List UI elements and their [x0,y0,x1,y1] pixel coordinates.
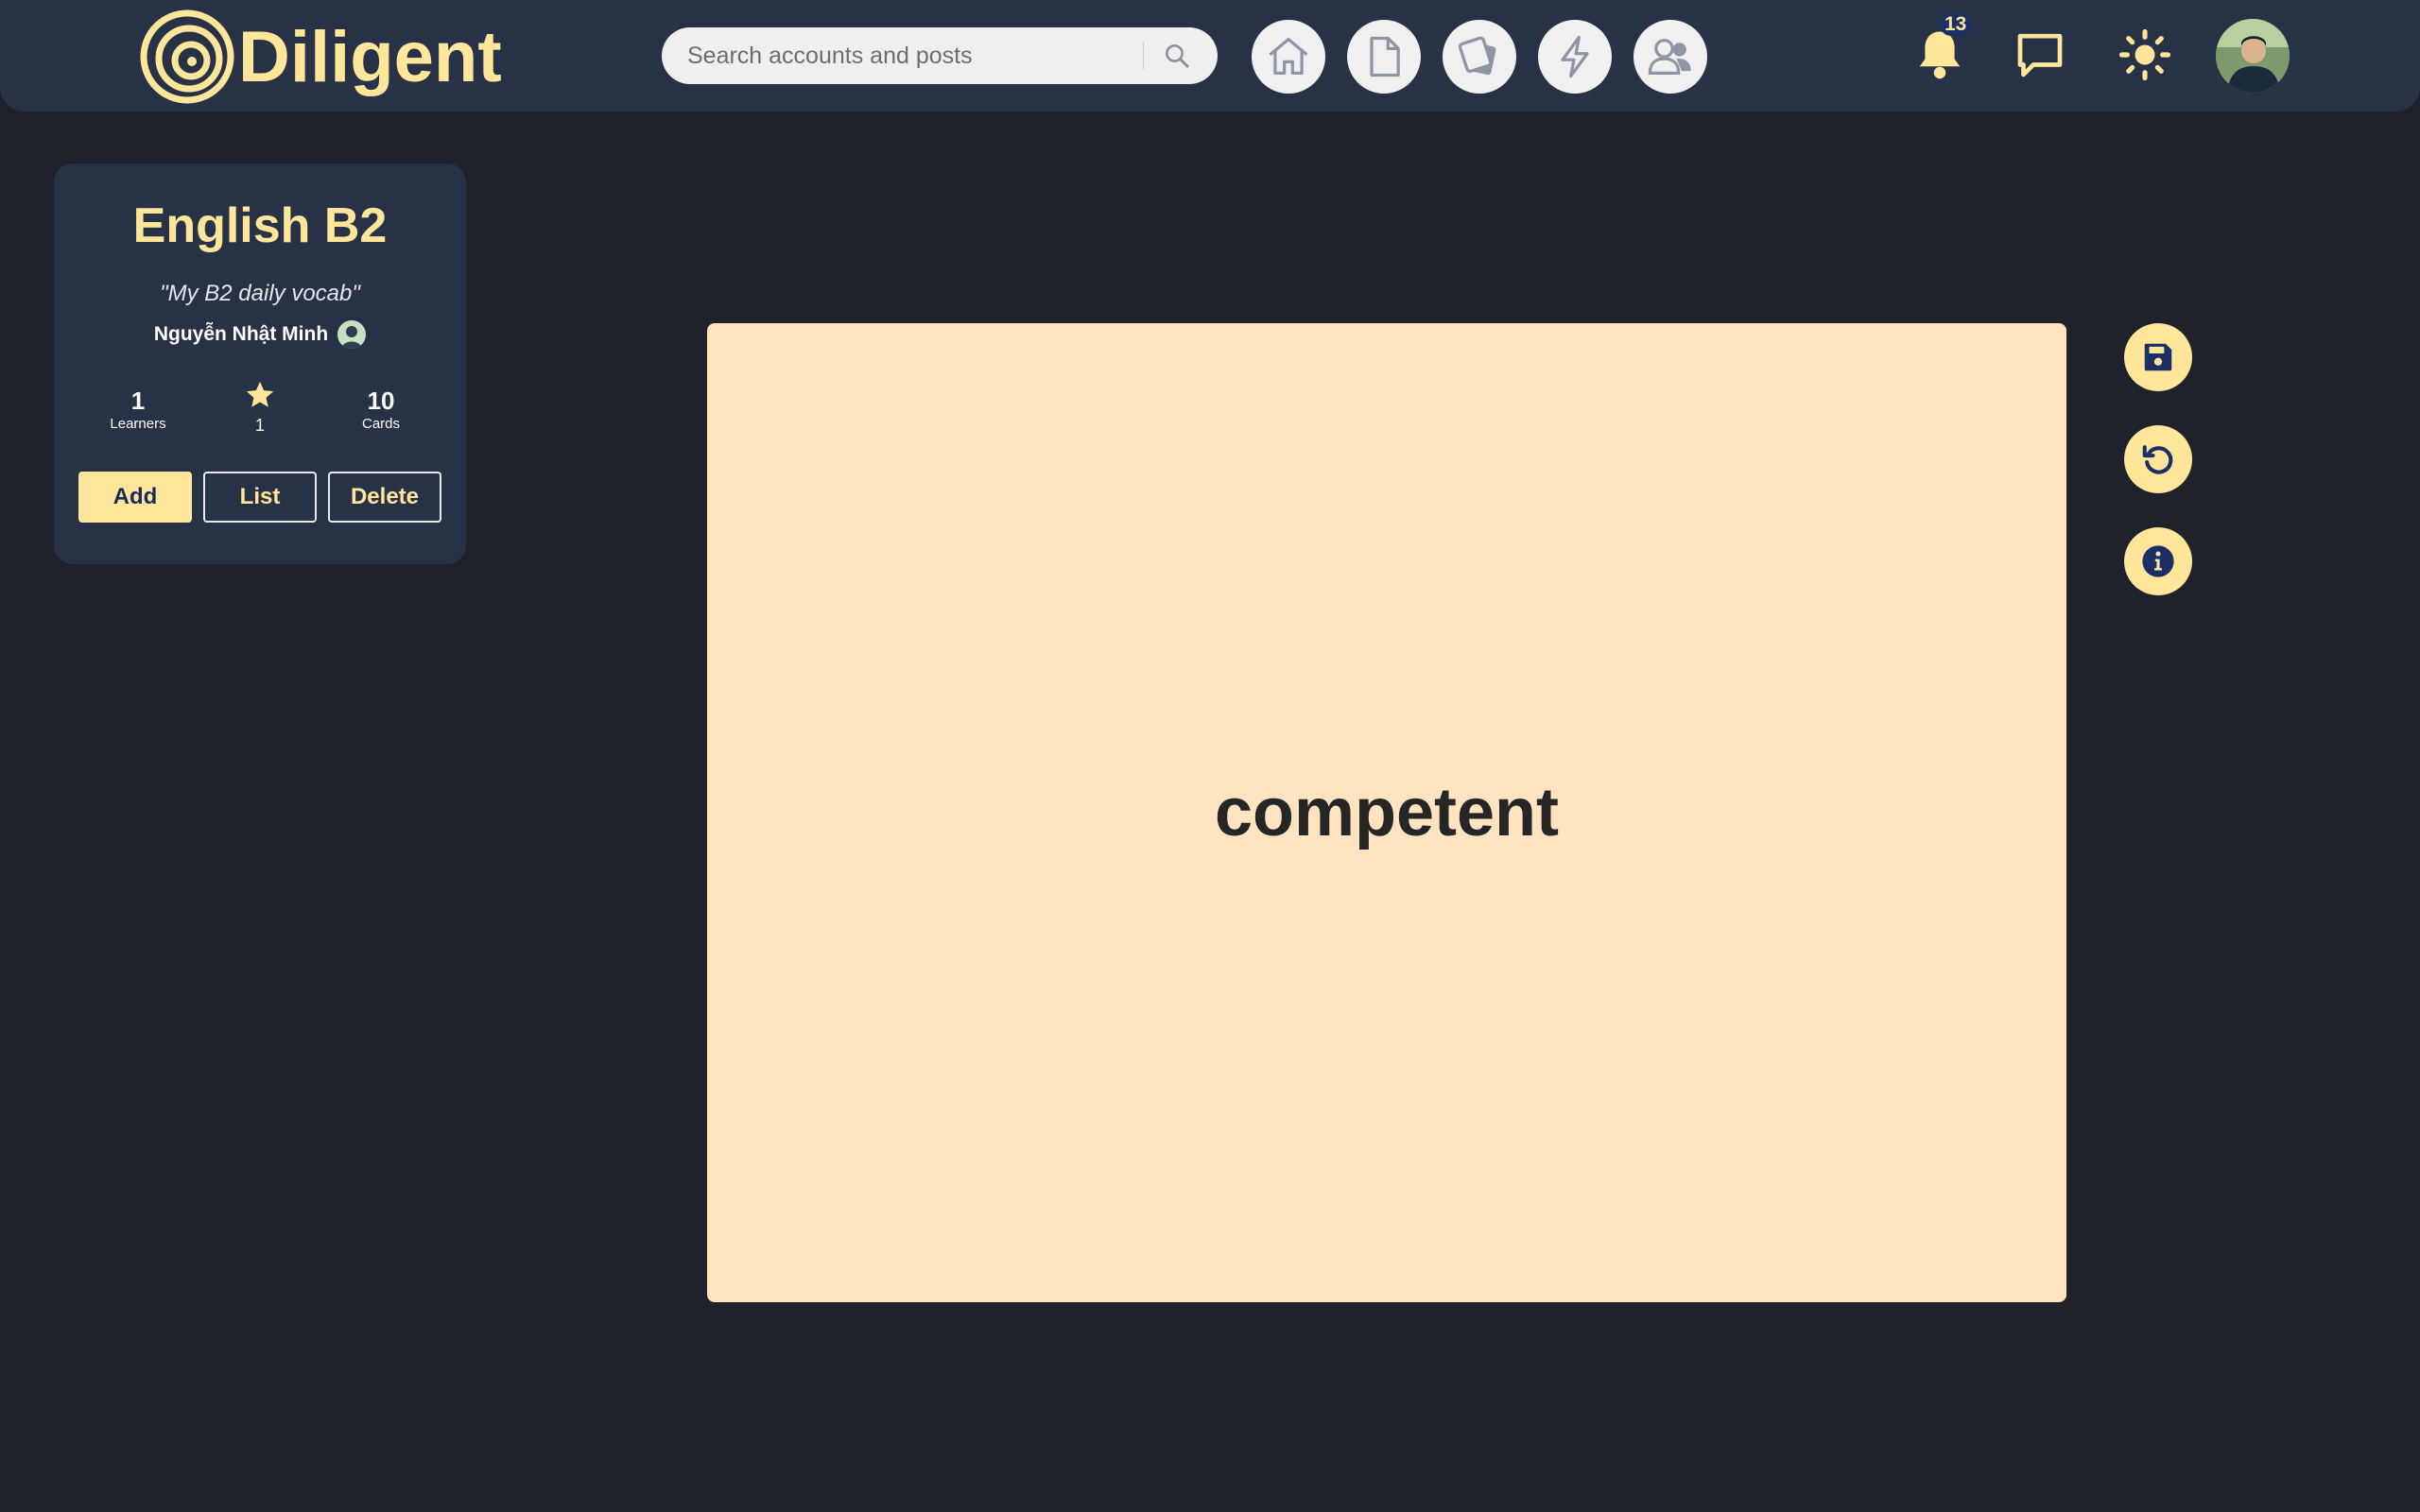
info-button[interactable] [2124,527,2192,595]
user-avatar[interactable] [2216,19,2290,93]
flashcard[interactable]: competent [707,323,2066,1302]
notification-count-badge: 13 [1940,13,1972,36]
flashcard-term: competent [1214,775,1560,850]
list-button[interactable]: List [203,472,317,523]
sun-icon [2118,28,2171,81]
add-button[interactable]: Add [78,472,192,523]
learners-count: 1 [130,387,146,415]
search-bar [662,27,1218,84]
document-icon [1370,36,1400,77]
nav-quick-button[interactable] [1538,20,1612,94]
app-name: Diligent [238,16,502,97]
stars-stat[interactable]: 1 [203,379,317,435]
save-icon [2144,343,2172,371]
nav-home-button[interactable] [1252,20,1325,94]
flip-card-button[interactable] [2124,425,2192,493]
nav-documents-button[interactable] [1347,20,1421,94]
deck-stats: 1 Learners 1 10 Cards [54,381,466,443]
deck-title: English B2 [132,198,388,253]
cards-stat: 10 Cards [324,387,438,434]
search-button[interactable] [1144,27,1210,84]
search-input[interactable] [685,41,1133,71]
info-icon [2142,545,2174,577]
stars-count: 1 [254,416,265,435]
app-logo[interactable]: Diligent [140,9,502,104]
users-icon [1648,39,1691,75]
cards-label: Cards [361,416,400,432]
owner-avatar [337,320,367,349]
nav-people-button[interactable] [1634,20,1707,94]
deck-description: "My B2 daily vocab" [160,281,360,306]
home-icon [1269,37,1308,75]
messages-button[interactable] [2006,21,2074,89]
deck-owner-name: Nguyễn Nhật Minh [153,323,329,345]
star-icon [246,381,274,407]
cards-icon [1458,36,1496,76]
cards-count: 10 [367,387,395,415]
diligent-logo-icon [140,9,234,104]
deck-info-panel: English B2 "My B2 daily vocab" Nguyễn Nh… [54,163,466,564]
lightning-icon [1561,35,1589,78]
deck-owner[interactable]: Nguyễn Nhật Minh [54,320,466,349]
nav-flashcards-button[interactable] [1443,20,1516,94]
learners-stat: 1 Learners [81,387,195,434]
save-button[interactable] [2124,323,2192,391]
delete-button[interactable]: Delete [328,472,441,523]
rotate-icon [2142,445,2173,474]
search-icon [1166,44,1189,68]
top-navigation-bar: Diligent Search accounts and posts 13 [0,0,2420,112]
chat-icon [2017,33,2063,77]
deck-actions: Add List Delete [78,472,441,524]
learners-label: Learners [110,416,166,432]
avatar-image [2216,19,2290,93]
theme-toggle-button[interactable] [2111,21,2179,89]
